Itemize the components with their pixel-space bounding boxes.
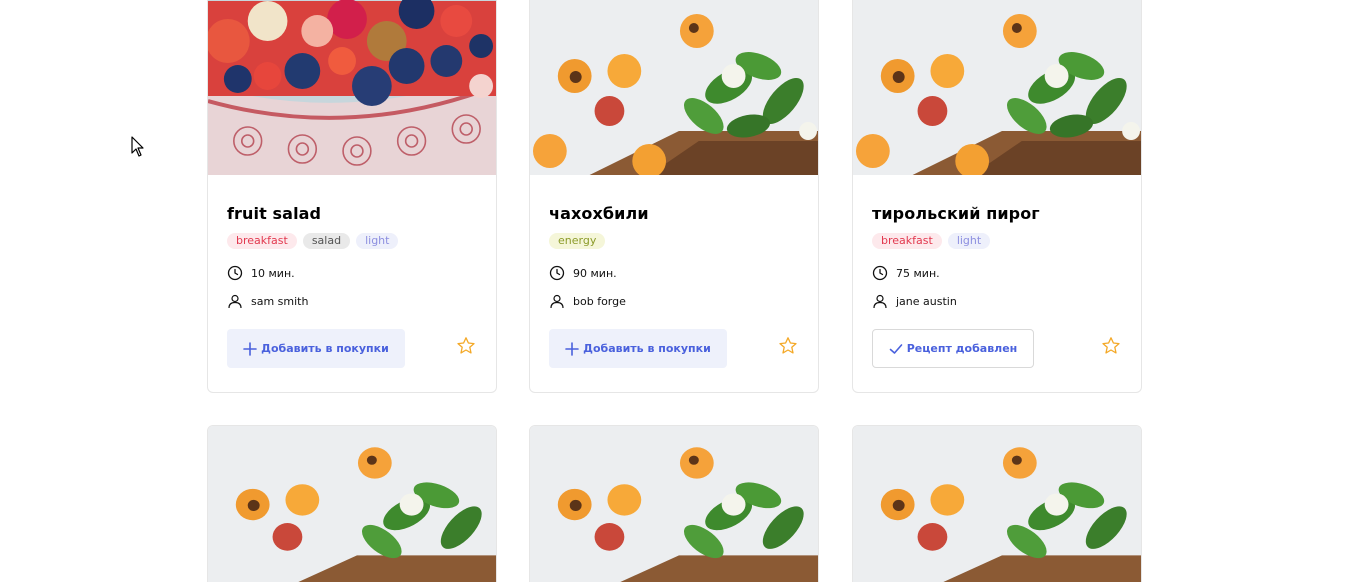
- recipe-card[interactable]: тирольский пирог breakfast light 75 мин.…: [852, 0, 1142, 393]
- recipe-photo[interactable]: [208, 426, 496, 582]
- add-to-shopping-list-button[interactable]: Добавить в покупки: [227, 329, 405, 368]
- add-to-shopping-list-label: Добавить в покупки: [583, 342, 711, 355]
- tag-light: light: [356, 233, 399, 249]
- add-to-shopping-list-label: Добавить в покупки: [261, 342, 389, 355]
- tag-salad: salad: [302, 233, 351, 249]
- recipe-tags: energy: [549, 233, 606, 249]
- recipe-title[interactable]: тирольский пирог: [872, 204, 1040, 223]
- recipe-photo[interactable]: [208, 0, 496, 175]
- mouse-cursor-icon: [131, 136, 144, 157]
- clock-icon: [227, 265, 243, 281]
- star-icon[interactable]: [1101, 336, 1121, 356]
- recipe-card[interactable]: чахохбили energy 90 мин. bob forge Добав…: [529, 0, 819, 393]
- recipe-card[interactable]: fruit salad breakfast salad light 10 мин…: [207, 0, 497, 393]
- recipe-title[interactable]: чахохбили: [549, 204, 649, 223]
- recipe-author: sam smith: [227, 293, 308, 309]
- tag-light: light: [947, 233, 991, 249]
- recipe-time-value: 75 мин.: [896, 266, 940, 280]
- plus-icon: [565, 341, 579, 356]
- user-icon: [550, 294, 564, 309]
- recipe-author-name[interactable]: bob forge: [573, 295, 626, 308]
- recipe-author-name[interactable]: jane austin: [896, 295, 957, 308]
- recipe-added-label: Рецепт добавлен: [906, 342, 1018, 355]
- plus-icon: [243, 341, 257, 356]
- recipe-title[interactable]: fruit salad: [227, 204, 321, 223]
- recipe-card[interactable]: [852, 425, 1142, 582]
- check-icon: [889, 343, 903, 354]
- recipe-tags: breakfast salad light: [227, 233, 399, 249]
- recipe-photo[interactable]: [530, 426, 818, 582]
- recipe-time: 75 мин.: [872, 265, 940, 281]
- user-icon: [228, 294, 242, 309]
- clock-icon: [549, 265, 565, 281]
- recipe-time: 10 мин.: [227, 265, 295, 281]
- star-icon[interactable]: [778, 336, 798, 356]
- recipe-photo[interactable]: [853, 426, 1141, 582]
- clock-icon: [872, 265, 888, 281]
- recipe-photo[interactable]: [530, 0, 818, 175]
- star-icon[interactable]: [456, 336, 476, 356]
- recipe-tags: breakfast light: [872, 233, 991, 249]
- recipe-time: 90 мин.: [549, 265, 617, 281]
- tag-energy: energy: [549, 233, 606, 249]
- recipe-author: jane austin: [872, 293, 957, 309]
- recipe-card[interactable]: [207, 425, 497, 582]
- tag-breakfast: breakfast: [872, 233, 942, 249]
- recipe-added-button[interactable]: Рецепт добавлен: [872, 329, 1034, 368]
- recipe-author-name[interactable]: sam smith: [251, 295, 308, 308]
- tag-breakfast: breakfast: [227, 233, 297, 249]
- recipe-photo[interactable]: [853, 0, 1141, 175]
- recipe-time-value: 90 мин.: [573, 266, 617, 280]
- recipe-card[interactable]: [529, 425, 819, 582]
- add-to-shopping-list-button[interactable]: Добавить в покупки: [549, 329, 727, 368]
- recipe-time-value: 10 мин.: [251, 266, 295, 280]
- recipe-author: bob forge: [549, 293, 626, 309]
- user-icon: [873, 294, 887, 309]
